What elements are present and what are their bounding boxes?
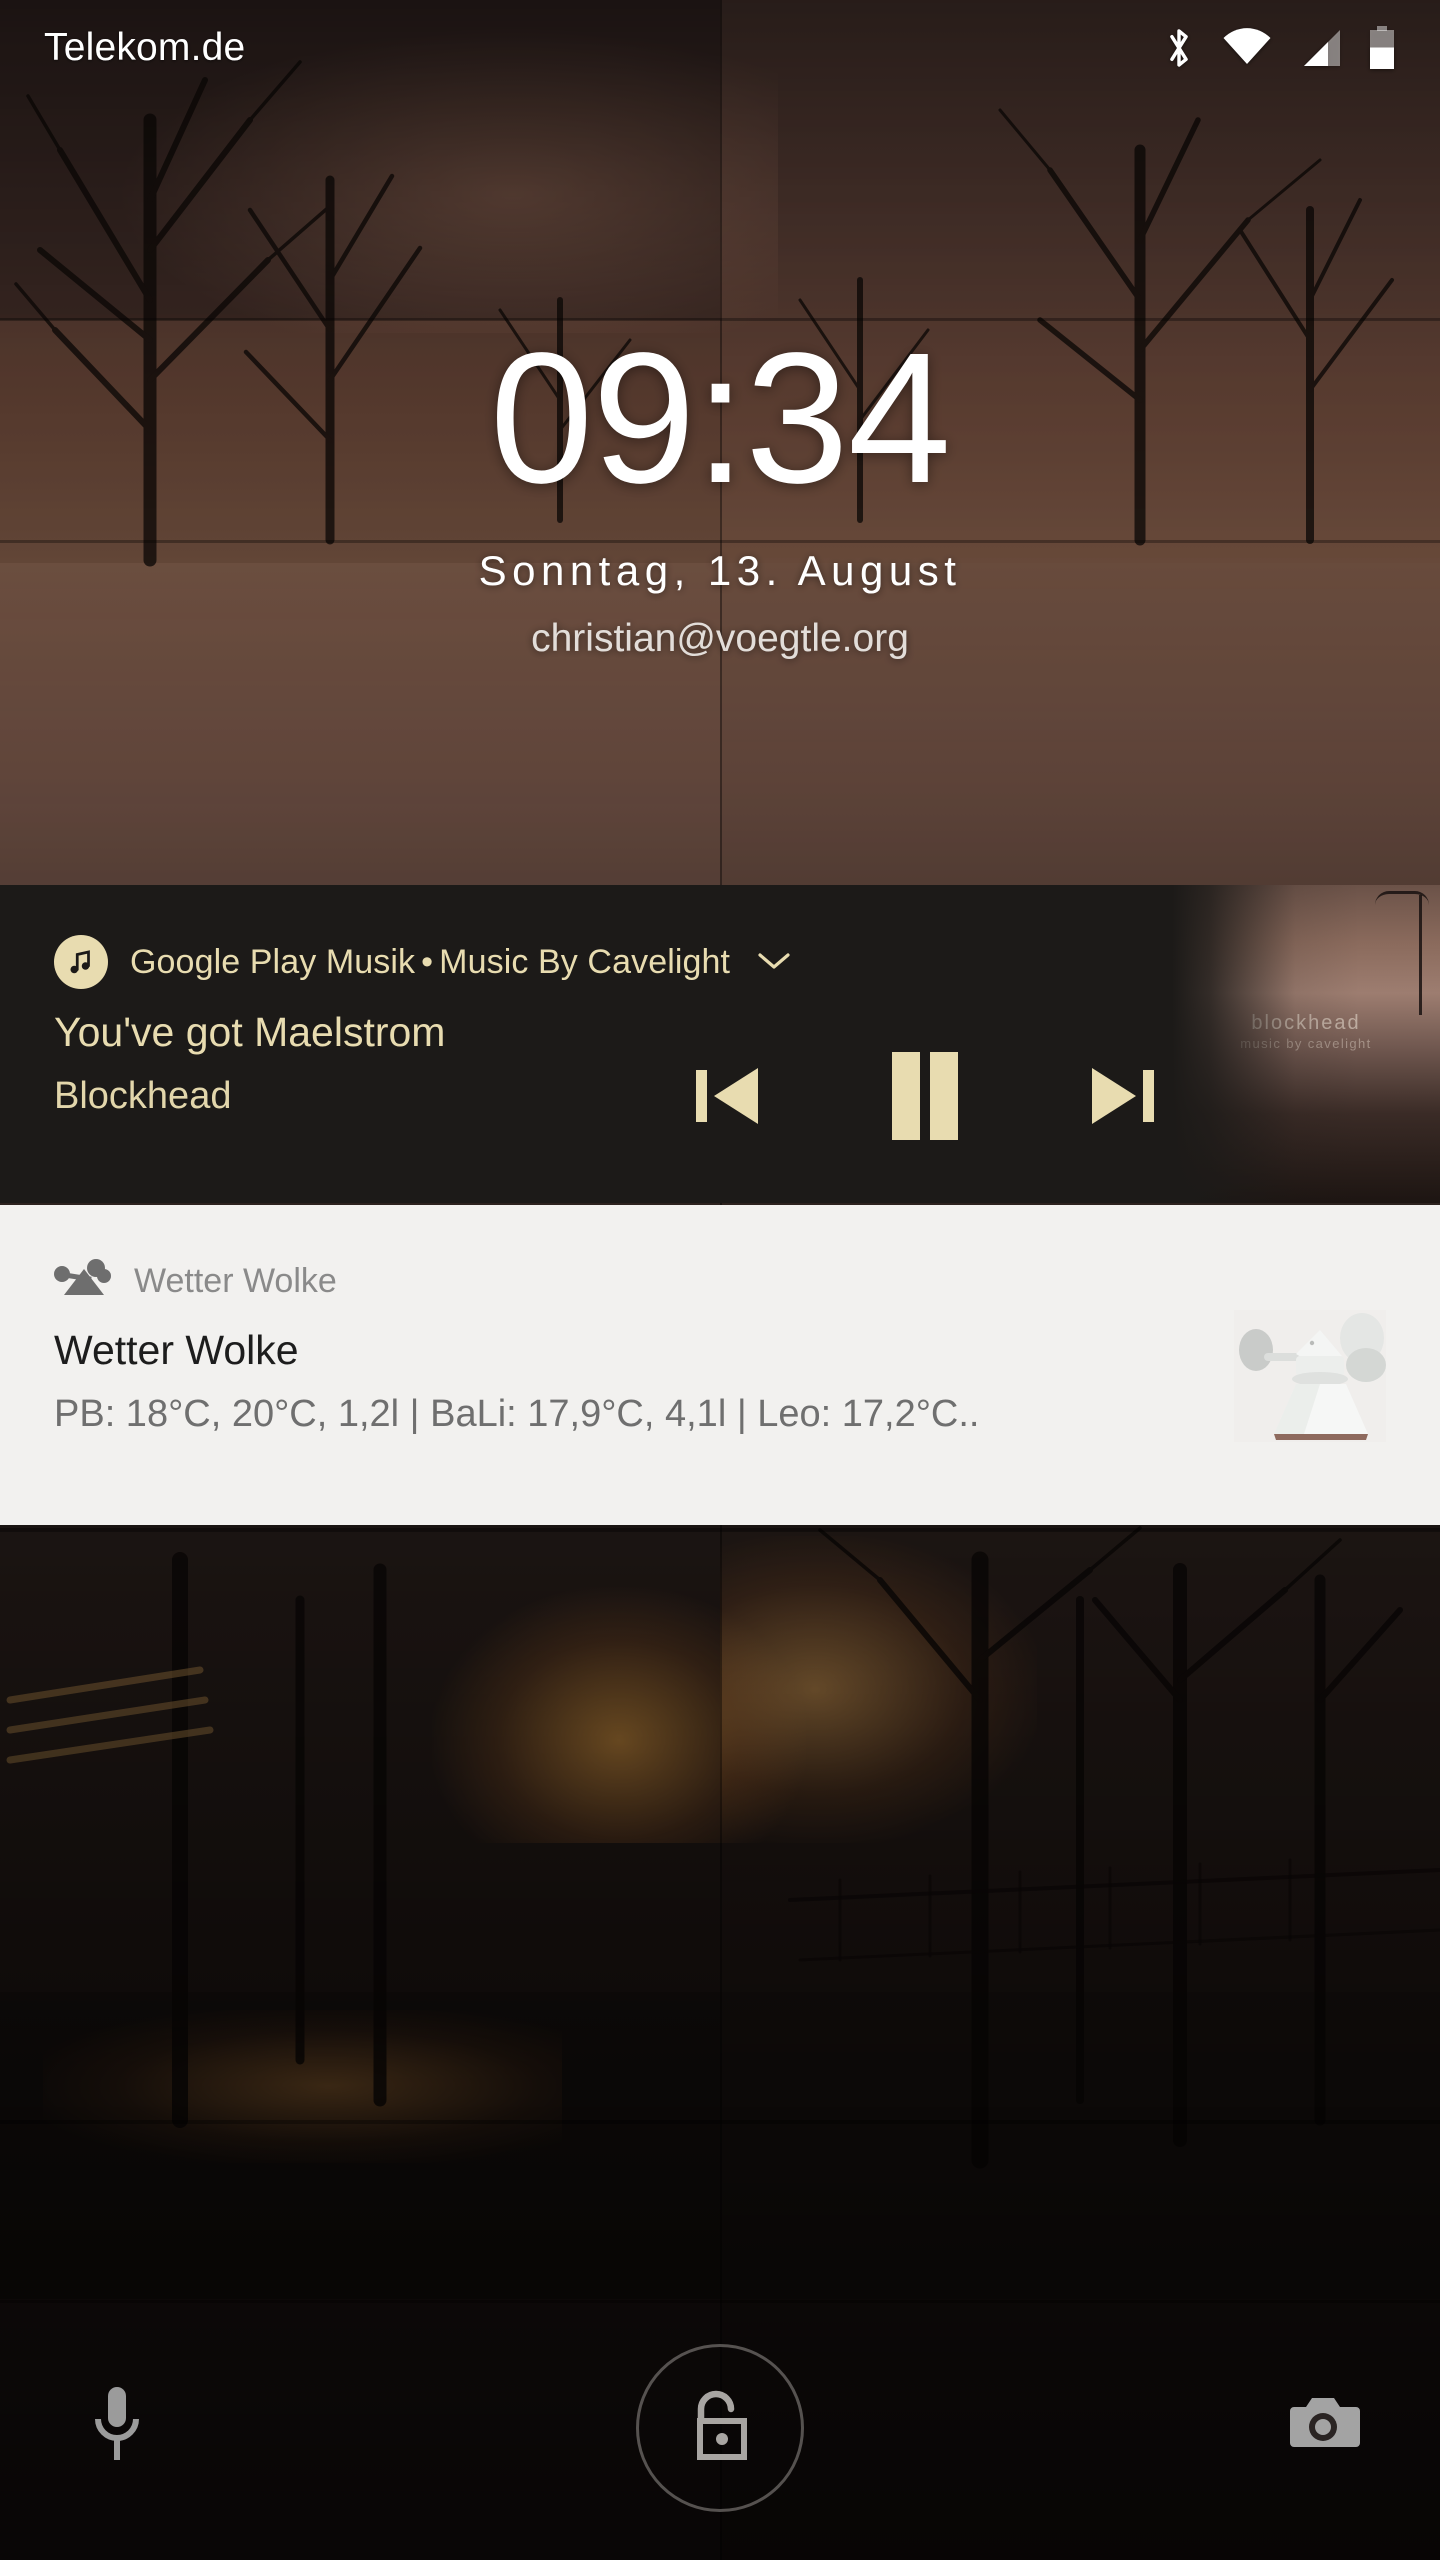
weather-title: Wetter Wolke bbox=[54, 1327, 299, 1373]
clock-date: Sonntag, 13. August bbox=[478, 546, 962, 594]
status-bar: Telekom.de bbox=[0, 0, 1440, 96]
chevron-down-icon[interactable] bbox=[756, 948, 792, 977]
battery-icon bbox=[1370, 26, 1394, 69]
cellular-signal-icon bbox=[1304, 30, 1340, 66]
album-art-fade bbox=[1172, 885, 1440, 1203]
media-notification-header: Google Play Musik • Music By Cavelight bbox=[54, 935, 792, 989]
camera-button[interactable] bbox=[1248, 2348, 1398, 2498]
media-track-artist: Blockhead bbox=[54, 1075, 232, 1117]
wifi-icon bbox=[1223, 28, 1271, 64]
camera-icon bbox=[1286, 2391, 1360, 2456]
next-track-button[interactable] bbox=[1086, 1054, 1160, 1138]
album-art: blockhead music by cavelight bbox=[1172, 885, 1440, 1203]
music-note-icon bbox=[54, 935, 108, 989]
media-transport-controls bbox=[690, 1032, 1160, 1160]
bluetooth-icon bbox=[1170, 29, 1188, 67]
voice-assist-button[interactable] bbox=[42, 2350, 192, 2500]
weather-station-icon bbox=[54, 1257, 112, 1306]
weather-app-name: Wetter Wolke bbox=[134, 1262, 337, 1300]
weather-notification-header: Wetter Wolke bbox=[54, 1257, 337, 1306]
owner-info: christian@voegtle.org bbox=[531, 616, 909, 660]
unlock-padlock-icon bbox=[683, 2387, 757, 2470]
weather-thumbnail bbox=[1234, 1310, 1386, 1442]
lock-clock-area: 09:34 Sonntag, 13. August christian@voeg… bbox=[0, 315, 1440, 661]
notification-weather[interactable]: Wetter Wolke Wetter Wolke PB: 18°C, 20°C… bbox=[0, 1205, 1440, 1525]
unlock-button[interactable] bbox=[636, 2344, 804, 2512]
media-track-title: You've got Maelstrom bbox=[54, 1009, 446, 1055]
weather-body: PB: 18°C, 20°C, 1,2l | BaLi: 17,9°C, 4,1… bbox=[54, 1393, 980, 1435]
anemometer-photo bbox=[1234, 1310, 1386, 1442]
carrier-label: Telekom.de bbox=[44, 26, 246, 69]
pause-button[interactable] bbox=[879, 1046, 971, 1146]
microphone-icon bbox=[86, 2383, 148, 2468]
media-app-name: Google Play Musik • Music By Cavelight bbox=[130, 942, 731, 981]
lock-screen-actions bbox=[0, 2300, 1440, 2560]
clock-time: 09:34 bbox=[489, 315, 951, 522]
status-bar-icons bbox=[1162, 25, 1396, 71]
previous-track-button[interactable] bbox=[690, 1054, 764, 1138]
